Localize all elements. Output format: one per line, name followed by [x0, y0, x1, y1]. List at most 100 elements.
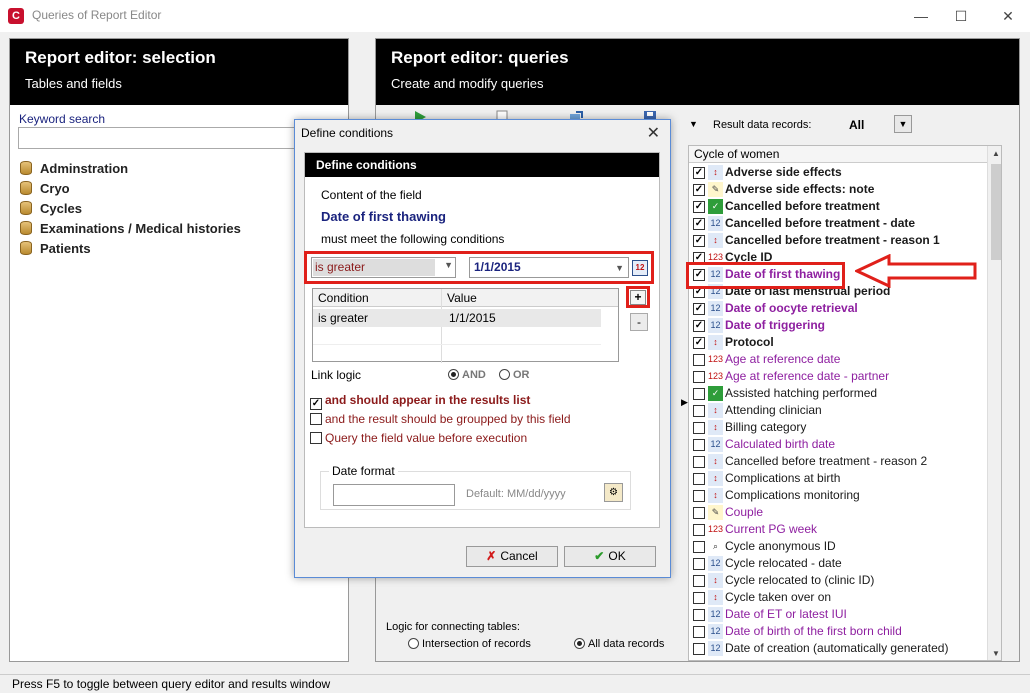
- field-list-item[interactable]: ✓ ↕ Protocol: [689, 334, 987, 351]
- checkbox-checked-icon[interactable]: ✓: [693, 337, 705, 349]
- remove-condition-button[interactable]: -: [630, 313, 648, 331]
- checkbox-icon[interactable]: [693, 609, 705, 621]
- field-list-item[interactable]: 123 Current PG week: [689, 521, 987, 538]
- checkbox-icon[interactable]: [693, 456, 705, 468]
- field-list-item[interactable]: ↕ Complications at birth: [689, 470, 987, 487]
- checkbox-icon[interactable]: [693, 439, 705, 451]
- checkbox-icon[interactable]: [693, 490, 705, 502]
- link-or-radio[interactable]: OR: [499, 369, 530, 381]
- checkbox-icon[interactable]: [693, 507, 705, 519]
- table-item-cycles[interactable]: Cycles: [20, 201, 82, 219]
- field-list-item[interactable]: ✓ ↕ Adverse side effects: [689, 164, 987, 181]
- add-condition-button[interactable]: +: [630, 290, 646, 305]
- field-list-item[interactable]: ⌕ Cycle anonymous ID: [689, 538, 987, 555]
- checkbox-checked-icon[interactable]: ✓: [693, 167, 705, 179]
- checkbox-icon[interactable]: [693, 473, 705, 485]
- field-list-item-label: Age at reference date: [725, 352, 841, 366]
- checkbox-icon[interactable]: [693, 592, 705, 604]
- database-icon: [20, 221, 32, 235]
- checkbox-icon[interactable]: [693, 626, 705, 638]
- checkbox-icon[interactable]: [693, 558, 705, 570]
- field-list-item[interactable]: ✓ 12 Date of oocyte retrieval: [689, 300, 987, 317]
- field-list-item[interactable]: 123 Age at reference date - partner: [689, 368, 987, 385]
- field-list-item[interactable]: ↕ Cycle taken over on: [689, 589, 987, 606]
- logic-intersection-radio[interactable]: Intersection of records: [408, 638, 531, 650]
- chevron-down-icon[interactable]: ▼: [689, 119, 698, 129]
- table-item-patients[interactable]: Patients: [20, 241, 91, 259]
- checkbox-icon[interactable]: [693, 354, 705, 366]
- range-icon: ↕: [708, 420, 723, 435]
- table-item-adminstration[interactable]: Adminstration: [20, 161, 128, 179]
- result-records-value[interactable]: All: [849, 118, 864, 132]
- scroll-down-icon[interactable]: ▼: [988, 646, 1001, 660]
- field-list-scrollbar[interactable]: ▲ ▼: [987, 146, 1001, 660]
- date-format-help-icon[interactable]: ⚙: [604, 483, 623, 502]
- scroll-thumb[interactable]: [991, 164, 1001, 260]
- checkbox-checked-icon[interactable]: ✓: [693, 201, 705, 213]
- table-item-examinations[interactable]: Examinations / Medical histories: [20, 221, 241, 239]
- condition-operator-select[interactable]: is greater ▼: [311, 257, 456, 278]
- field-list-item[interactable]: 12 Date of birth of the first born child: [689, 623, 987, 640]
- query-before-checkbox[interactable]: Query the field value before execution: [310, 431, 527, 445]
- close-icon[interactable]: ✕: [647, 123, 660, 143]
- field-list-item[interactable]: ↕ Attending clinician: [689, 402, 987, 419]
- table-item-cryo[interactable]: Cryo: [20, 181, 70, 199]
- field-list-item[interactable]: ↕ Complications monitoring: [689, 487, 987, 504]
- range-icon: ↕: [708, 403, 723, 418]
- grouped-checkbox[interactable]: and the result should be groupped by thi…: [310, 412, 571, 426]
- checkbox-checked-icon[interactable]: ✓: [693, 320, 705, 332]
- field-list-item[interactable]: ✓ ↕ Cancelled before treatment - reason 1: [689, 232, 987, 249]
- field-list-item-label: Cycle taken over on: [725, 590, 832, 604]
- field-list-item[interactable]: 12 Cycle relocated - date: [689, 555, 987, 572]
- checkbox-checked-icon[interactable]: ✓: [693, 218, 705, 230]
- ok-button[interactable]: ✔ OK: [564, 546, 656, 567]
- minimize-button[interactable]: —: [901, 4, 941, 28]
- field-list-header: Cycle of women: [689, 146, 987, 163]
- maximize-button[interactable]: ☐: [941, 4, 981, 28]
- calendar-icon[interactable]: 12: [632, 260, 648, 276]
- field-list-item[interactable]: ↕ Cancelled before treatment - reason 2: [689, 453, 987, 470]
- chevron-right-icon[interactable]: ▶: [681, 397, 688, 408]
- checkbox-checked-icon[interactable]: ✓: [693, 303, 705, 315]
- field-list-item[interactable]: ✓ 12 Date of triggering: [689, 317, 987, 334]
- field-list-item[interactable]: 12 Date of ET or latest IUI: [689, 606, 987, 623]
- cancel-button[interactable]: ✗ Cancel: [466, 546, 558, 567]
- close-window-button[interactable]: ✕: [988, 4, 1028, 28]
- field-list-item[interactable]: ✎ Couple: [689, 504, 987, 521]
- queries-panel-subtitle: Create and modify queries: [391, 76, 544, 91]
- logic-all-records-radio[interactable]: All data records: [574, 638, 664, 650]
- checkbox-icon[interactable]: [693, 422, 705, 434]
- checkbox-icon[interactable]: [693, 371, 705, 383]
- condition-value-input[interactable]: 1/1/2015 ▼: [469, 257, 629, 278]
- checkbox-icon[interactable]: [693, 524, 705, 536]
- checkbox-icon[interactable]: [693, 405, 705, 417]
- calendar-icon: 12: [708, 624, 723, 639]
- note-icon: ✎: [708, 505, 723, 520]
- checkbox-checked-icon[interactable]: ✓: [693, 235, 705, 247]
- checkbox-checked-icon[interactable]: ✓: [693, 184, 705, 196]
- checkbox-icon[interactable]: [693, 643, 705, 655]
- range-icon: ↕: [708, 233, 723, 248]
- link-and-radio[interactable]: AND: [448, 369, 486, 381]
- field-list-item[interactable]: 123 Age at reference date: [689, 351, 987, 368]
- field-list-item[interactable]: ↕ Billing category: [689, 419, 987, 436]
- link-and-label: AND: [462, 369, 486, 381]
- field-list-item[interactable]: ✓ ✓ Cancelled before treatment: [689, 198, 987, 215]
- arrow-pointer-icon: [855, 254, 977, 288]
- result-records-dropdown[interactable]: ▼: [894, 115, 912, 133]
- scroll-up-icon[interactable]: ▲: [988, 146, 1001, 162]
- field-list-item[interactable]: ✓ Assisted hatching performed: [689, 385, 987, 402]
- results-list-checkbox[interactable]: ✓ and should appear in the results list: [310, 393, 530, 410]
- table-row[interactable]: is greater 1/1/2015: [313, 309, 601, 327]
- field-list-item[interactable]: ✓ 12 Cancelled before treatment - date: [689, 215, 987, 232]
- checkbox-icon[interactable]: [693, 388, 705, 400]
- date-format-input[interactable]: [333, 484, 455, 506]
- field-list-item[interactable]: ↕ Cycle relocated to (clinic ID): [689, 572, 987, 589]
- field-list-item-label: Cycle anonymous ID: [725, 539, 836, 553]
- queries-panel-header: Report editor: queries Create and modify…: [376, 39, 1019, 105]
- checkbox-icon[interactable]: [693, 575, 705, 587]
- field-list-item[interactable]: ✓ ✎ Adverse side effects: note: [689, 181, 987, 198]
- field-list-item[interactable]: 12 Calculated birth date: [689, 436, 987, 453]
- field-list-item[interactable]: 12 Date of creation (automatically genera…: [689, 640, 987, 657]
- checkbox-icon[interactable]: [693, 541, 705, 553]
